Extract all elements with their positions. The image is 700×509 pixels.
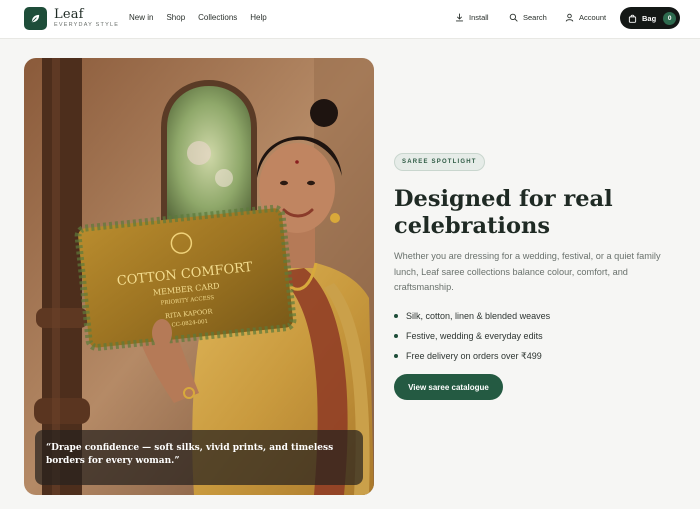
account-label: Account [579,13,607,22]
search-button[interactable]: Search [509,13,547,22]
search-icon [509,13,518,22]
nav-shop[interactable]: Shop [166,13,185,22]
bag-button[interactable]: Bag 0 [620,7,680,29]
brand-logo[interactable] [24,7,47,30]
section-description: Whether you are dressing for a wedding, … [394,251,661,292]
hero-image: COTTON COMFORT MEMBER CARD PRIORITY ACCE… [24,58,374,495]
site-header: Leaf EVERYDAY STYLE New in Shop Collecti… [0,0,700,39]
main-nav: New in Shop Collections Help [129,13,280,22]
account-button[interactable]: Account [565,13,606,22]
nav-help[interactable]: Help [250,13,266,22]
brand-name[interactable]: Leaf [54,7,84,22]
hero-quote: “Drape confidence — soft silks, vivid pr… [35,430,363,485]
list-item: Festive, wedding & everyday edits [394,326,550,346]
page-title: Designed for real celebrations [394,186,613,239]
leaf-icon [31,14,40,23]
nav-collections[interactable]: Collections [198,13,237,22]
section-eyebrow: SAREE SPOTLIGHT [394,153,485,171]
bullet-dot-icon [394,354,398,358]
list-item: Free delivery on orders over ₹499 [394,346,550,366]
bag-icon [628,14,637,23]
download-icon [455,13,464,22]
install-button[interactable]: Install [455,13,489,22]
nav-new-in[interactable]: New in [129,13,153,22]
list-item: Silk, cotton, linen & blended weaves [394,306,550,326]
bag-count-badge: 0 [663,11,677,25]
hero-quote-text: “Drape confidence — soft silks, vivid pr… [46,443,334,466]
view-catalogue-button[interactable]: View saree catalogue [394,374,503,400]
brand-tagline: EVERYDAY STYLE [54,22,120,28]
search-label: Search [523,13,547,22]
install-label: Install [469,13,489,22]
user-icon [565,13,574,22]
bag-label: Bag [642,13,657,23]
feature-list: Silk, cotton, linen & blended weaves Fes… [394,306,550,366]
bullet-dot-icon [394,314,398,318]
bullet-dot-icon [394,334,398,338]
